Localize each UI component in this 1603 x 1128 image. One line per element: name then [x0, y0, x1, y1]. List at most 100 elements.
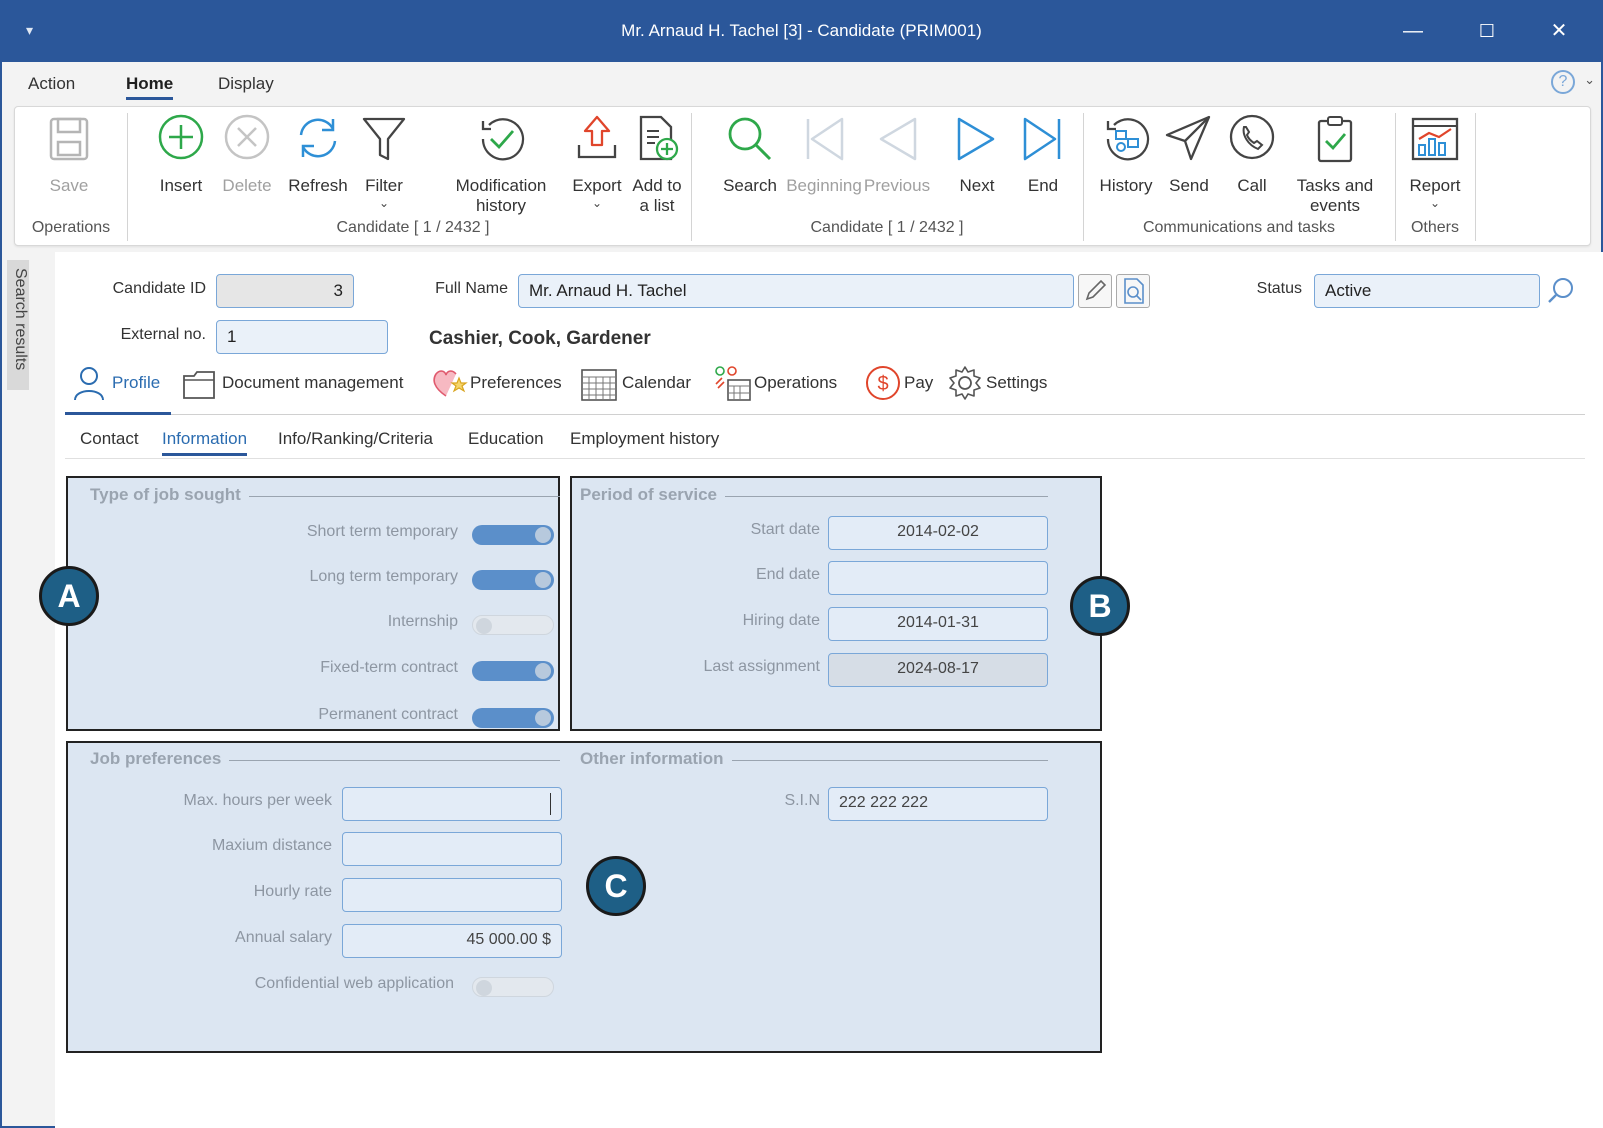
internship-toggle[interactable] [472, 615, 554, 635]
hiring-date-label: Hiring date [742, 612, 820, 629]
internship-label: Internship [387, 613, 458, 630]
add-to-list-button[interactable]: Add to a list [622, 113, 692, 216]
short-term-toggle[interactable] [472, 525, 554, 545]
max-hours-label: Max. hours per week [183, 792, 332, 809]
text-cursor [550, 793, 551, 815]
occupations-text: Cashier, Cook, Gardener [429, 328, 651, 349]
maximize-button[interactable]: ☐ [1472, 16, 1502, 46]
tab-pay[interactable]: $ Pay [864, 364, 940, 404]
tab-operations-label: Operations [754, 373, 838, 392]
fixed-term-label: Fixed-term contract [320, 659, 458, 676]
callout-b: B [1070, 576, 1130, 636]
confidential-toggle[interactable] [472, 977, 554, 997]
end-button[interactable]: End [1003, 113, 1083, 196]
add-to-list-label-1: Add to [632, 176, 682, 195]
call-label: Call [1237, 176, 1267, 195]
tab-preferences[interactable]: Preferences [430, 364, 566, 404]
sin-field[interactable]: 222 222 222 [828, 787, 1048, 821]
subtab-contact[interactable]: Contact [80, 429, 139, 449]
gear-icon [949, 366, 981, 400]
end-date-field[interactable] [828, 561, 1048, 595]
toggle-knob [476, 618, 492, 634]
tab-document-management[interactable]: Document management [182, 364, 416, 404]
full-name-label: Full Name [435, 280, 508, 297]
heart-star-icon [433, 370, 468, 397]
status-search-button[interactable] [1544, 274, 1578, 308]
tab-preferences-label: Preferences [470, 373, 562, 392]
permanent-toggle[interactable] [472, 708, 554, 728]
filter-button[interactable]: Filter ⌄ [344, 113, 424, 210]
tab-settings[interactable]: Settings [946, 364, 1066, 404]
calendar-icon [581, 369, 617, 401]
report-button[interactable]: Report ⌄ [1395, 113, 1475, 210]
max-hours-field[interactable] [342, 787, 562, 821]
view-name-button[interactable] [1116, 274, 1150, 308]
group-label-others: Others [1410, 219, 1459, 236]
operations-icon [715, 366, 751, 401]
end-date-label: End date [755, 566, 820, 583]
max-distance-field[interactable] [342, 832, 562, 866]
modification-history-label-1: Modification [455, 176, 547, 195]
call-button[interactable]: Call [1212, 113, 1292, 196]
tab-profile[interactable]: Profile [72, 364, 172, 404]
save-icon [49, 117, 89, 161]
refresh-icon [299, 118, 337, 158]
subtab-information[interactable]: Information [162, 429, 248, 456]
modification-history-button[interactable]: Modification history [441, 113, 561, 216]
plus-circle-icon [158, 114, 204, 160]
delete-button[interactable]: Delete [207, 113, 287, 196]
short-term-label: Short term temporary [306, 523, 458, 540]
hourly-rate-field[interactable] [342, 878, 562, 912]
report-chart-icon [1411, 117, 1459, 161]
group-label-candidate-navigation: Candidate [ 1 / 2432 ] [810, 219, 964, 236]
annual-salary-field[interactable]: 45 000.00 $ [342, 924, 562, 958]
save-button[interactable]: Save [29, 113, 109, 196]
callout-c: C [586, 856, 646, 916]
fixed-term-toggle[interactable] [472, 661, 554, 681]
menu-tab-display[interactable]: Display [218, 74, 274, 94]
person-icon [74, 367, 104, 401]
previous-button[interactable]: Previous [857, 113, 937, 196]
minimize-button[interactable]: — [1398, 16, 1428, 46]
status-label: Status [1256, 280, 1302, 297]
tasks-clipboard-icon [1317, 116, 1353, 163]
tab-calendar-label: Calendar [622, 373, 691, 392]
hiring-date-field[interactable]: 2014-01-31 [828, 607, 1048, 641]
send-icon [1165, 115, 1211, 161]
tasks-and-events-button[interactable]: Tasks and events [1285, 113, 1385, 216]
subtab-education[interactable]: Education [468, 429, 544, 449]
other-information-title: Other information [580, 749, 732, 769]
menu-tab-home[interactable]: Home [126, 74, 174, 100]
candidate-id-field[interactable]: 3 [216, 274, 354, 308]
export-icon [577, 115, 617, 159]
next-icon [957, 117, 995, 161]
chevron-down-icon[interactable]: ⌄ [1584, 72, 1595, 88]
close-button[interactable]: ✕ [1544, 16, 1574, 46]
long-term-toggle[interactable] [472, 570, 554, 590]
subtab-employment-history[interactable]: Employment history [570, 429, 719, 449]
first-record-icon [806, 117, 844, 161]
subtab-info-ranking-criteria[interactable]: Info/Ranking/Criteria [278, 429, 433, 449]
start-date-field[interactable]: 2014-02-02 [828, 516, 1048, 550]
tab-operations[interactable]: Operations [712, 364, 852, 404]
filter-icon [362, 117, 406, 161]
toggle-knob [535, 663, 551, 679]
external-no-field[interactable]: 1 [216, 320, 388, 354]
job-preferences-title: Job preferences [90, 749, 230, 769]
search-results-side-tab[interactable]: Search results [7, 260, 29, 390]
tab-pay-label: Pay [904, 373, 934, 392]
status-field[interactable]: Active [1314, 274, 1540, 308]
toggle-knob [535, 710, 551, 726]
ribbon-separator [1475, 113, 1476, 241]
help-icon[interactable]: ? [1551, 70, 1575, 94]
edit-name-button[interactable] [1078, 274, 1112, 308]
menu-tab-action[interactable]: Action [28, 74, 75, 94]
long-term-label: Long term temporary [309, 568, 458, 585]
hourly-rate-label: Hourly rate [253, 883, 332, 900]
tab-calendar[interactable]: Calendar [580, 364, 698, 404]
callout-a: A [39, 566, 99, 626]
last-record-icon [1023, 117, 1061, 161]
svg-text:$: $ [877, 373, 888, 395]
full-name-field[interactable]: Mr. Arnaud H. Tachel [518, 274, 1074, 308]
dollar-icon: $ [866, 366, 900, 400]
